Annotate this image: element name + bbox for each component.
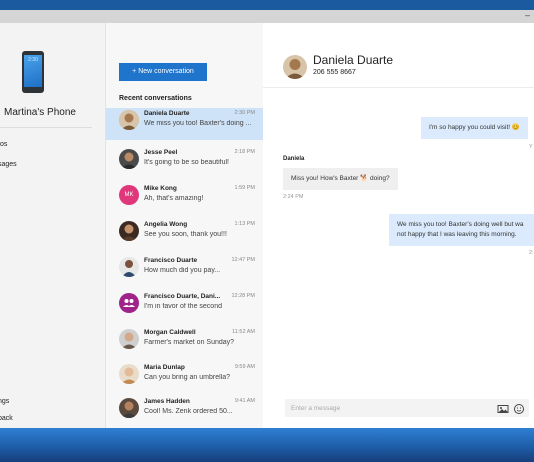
conversation-preview: Farmer's market on Sunday? xyxy=(144,339,235,346)
conversation-item[interactable]: Francisco Duarte 12:47 PM How much did y… xyxy=(106,255,263,287)
conversation-name: Angelia Wong xyxy=(144,221,188,228)
conversation-preview: How much did you pay... xyxy=(144,267,221,274)
conversation-name: Daniela Duarte xyxy=(144,110,190,117)
avatar xyxy=(119,329,139,349)
avatar-initials: MK xyxy=(119,185,139,205)
incoming-message: Miss you! How's Baxter 🐕 doing? xyxy=(283,168,398,190)
conversation-item[interactable]: Jesse Peel 2:18 PM It's going to be so b… xyxy=(106,147,263,179)
phone-screen: 2:30 xyxy=(24,55,42,87)
avatar xyxy=(119,257,139,277)
conversation-time: 12:47 PM xyxy=(231,257,255,263)
conversation-list-pane: + New conversation Recent conversations … xyxy=(105,23,264,428)
image-icon[interactable] xyxy=(497,402,509,414)
conversation-name: Morgan Caldwell xyxy=(144,329,196,336)
conversation-item[interactable]: Daniela Duarte 2:30 PM We miss you too! … xyxy=(106,108,263,140)
nav-item-settings[interactable]: ngs xyxy=(0,398,9,405)
outgoing-message: We miss you too! Baxter's doing well but… xyxy=(389,214,534,246)
message-input-bar xyxy=(285,399,529,417)
conversation-preview: Cool! Ms. Zenk ordered 50... xyxy=(144,408,233,415)
conversation-preview: It's going to be so beautiful! xyxy=(144,159,230,166)
conversation-item[interactable]: Angelia Wong 1:13 PM See you soon, thank… xyxy=(106,219,263,251)
message-line: We miss you too! Baxter's doing well but… xyxy=(397,221,524,228)
conversation-time: 12:28 PM xyxy=(231,293,255,299)
nav-item-photos[interactable]: tos xyxy=(0,141,7,148)
emoji-icon[interactable] xyxy=(513,402,525,414)
contact-name: Daniela Duarte xyxy=(313,53,394,67)
conversation-name: Mike Kong xyxy=(144,185,177,192)
outgoing-message: I'm so happy you could visit! 😊 xyxy=(421,117,528,139)
conversation-preview: See you soon, thank you!!! xyxy=(144,231,227,238)
avatar xyxy=(119,364,139,384)
desktop-background-top xyxy=(0,0,534,10)
message-time: Y xyxy=(529,144,533,150)
conversation-preview: We miss you too! Baxter's doing ... xyxy=(144,120,252,127)
desktop-taskbar-area xyxy=(0,428,534,462)
title-bar: – xyxy=(0,10,534,23)
conversation-time: 9:59 AM xyxy=(234,364,255,370)
divider xyxy=(0,127,92,128)
nav-item-feedback[interactable]: back xyxy=(0,415,13,422)
conversation-preview: I'm in favor of the second xyxy=(144,303,222,310)
new-conversation-button[interactable]: + New conversation xyxy=(119,63,207,81)
contact-phone: 206 555 8667 xyxy=(313,69,356,76)
conversation-name: James Hadden xyxy=(144,398,190,405)
recent-conversations-heading: Recent conversations xyxy=(119,95,192,102)
chat-pane: Daniela Duarte 206 555 8667 I'm so happy… xyxy=(263,23,534,428)
left-nav-pane: 2:30 Martina's Phone tos sages ngs back xyxy=(0,23,105,428)
conversation-item[interactable]: James Hadden 9:41 AM Cool! Ms. Zenk orde… xyxy=(106,396,263,428)
message-time: 2: xyxy=(529,250,534,256)
conversation-time: 2:30 PM xyxy=(234,110,255,116)
your-phone-window: – 2:30 Martina's Phone tos sages ngs bac… xyxy=(0,10,534,428)
conversation-name: Francisco Duarte, Dani... xyxy=(144,293,221,300)
message-time: 2:24 PM xyxy=(283,194,304,200)
divider xyxy=(263,87,534,88)
avatar xyxy=(119,221,139,241)
conversation-time: 1:13 PM xyxy=(234,221,255,227)
conversation-preview: Can you bring an umbrella? xyxy=(144,374,230,381)
conversation-time: 9:41 AM xyxy=(234,398,255,404)
conversation-time: 1:59 PM xyxy=(234,185,255,191)
conversation-time: 2:18 PM xyxy=(234,149,255,155)
group-icon xyxy=(119,293,139,313)
message-input[interactable] xyxy=(285,399,481,417)
avatar xyxy=(119,149,139,169)
conversation-name: Francisco Duarte xyxy=(144,257,198,264)
conversation-time: 11:52 AM xyxy=(232,329,255,335)
minimize-button[interactable]: – xyxy=(525,10,530,21)
conversation-item[interactable]: Maria Dunlap 9:59 AM Can you bring an um… xyxy=(106,362,263,394)
avatar xyxy=(119,110,139,130)
conversation-item[interactable]: Morgan Caldwell 11:52 AM Farmer's market… xyxy=(106,327,263,359)
message-line: not happy that I was leaving this mornin… xyxy=(397,231,517,238)
phone-name: Martina's Phone xyxy=(4,107,76,118)
phone-icon: 2:30 xyxy=(22,51,44,93)
conversation-name: Jesse Peel xyxy=(144,149,178,156)
avatar xyxy=(119,398,139,418)
conversation-item[interactable]: Francisco Duarte, Dani... 12:28 PM I'm i… xyxy=(106,291,263,323)
conversation-name: Maria Dunlap xyxy=(144,364,185,371)
conversation-preview: Ah, that's amazing! xyxy=(144,195,204,202)
nav-item-messages[interactable]: sages xyxy=(0,161,17,168)
sender-label: Daniela xyxy=(283,156,305,162)
contact-avatar xyxy=(283,55,307,79)
conversation-item[interactable]: MK Mike Kong 1:59 PM Ah, that's amazing! xyxy=(106,183,263,215)
